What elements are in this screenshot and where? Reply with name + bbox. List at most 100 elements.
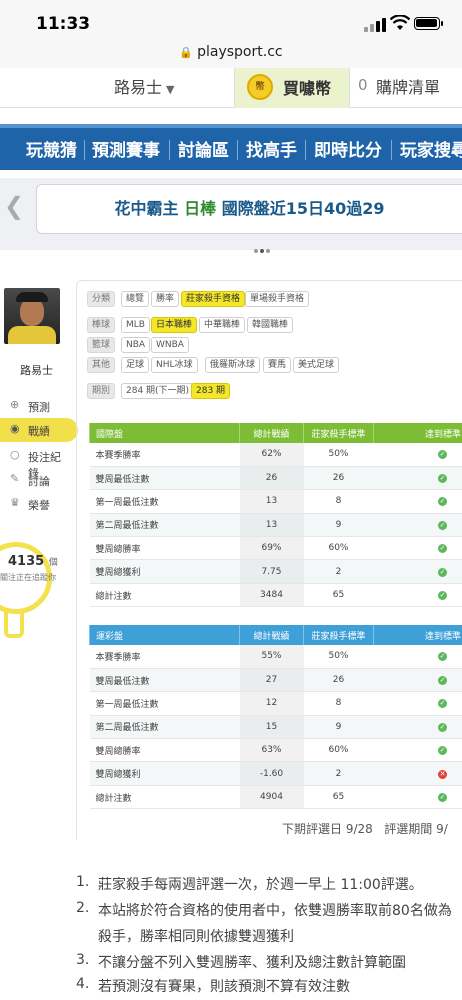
profile-panel: 路易士 ⊕ 預測 ◉ 戰績 ○ 投注紀錄 ✎ 討論 ♛ 榮譽 4135 個 關注正在追蹤你	[0, 280, 78, 640]
profile-menu-bet-history[interactable]: ○ 投注紀錄	[0, 444, 66, 480]
table-cell-value: -1.60	[239, 761, 304, 786]
filter-tag-selected[interactable]: 日本職棒	[151, 317, 198, 333]
filter-label: 期別	[87, 383, 116, 399]
address-bar[interactable]: 🔒 playsport.cc	[0, 38, 462, 68]
nav-item-live-score[interactable]: 即時比分	[314, 136, 382, 161]
check-icon: ✓	[438, 520, 447, 530]
period-tag-selected[interactable]: 283 期	[191, 383, 231, 399]
table-cell-value: 7.75	[239, 559, 304, 584]
table-row: 第一周最低注數 13 8 ✓	[89, 489, 462, 514]
announcement-text: 國際盤近15日40過29	[221, 199, 385, 218]
table-cell-value: 15	[239, 715, 304, 740]
table-cell-met: ✓	[373, 513, 462, 538]
filter-tag[interactable]: 總覽	[121, 291, 150, 307]
table-cell-value: 4904	[239, 785, 304, 810]
check-icon: ✓	[438, 474, 447, 484]
period-tag[interactable]: 284 期(下一期)	[121, 383, 195, 399]
table-cell-standard: 60%	[303, 738, 374, 763]
filter-tag-selected[interactable]: 莊家殺手資格	[181, 291, 246, 307]
table-cell-standard: 65	[303, 785, 374, 810]
nav-item-play[interactable]: 玩競猜	[26, 136, 77, 161]
table-cell-met: ✓	[373, 738, 462, 763]
filter-tag[interactable]: NHL冰球	[151, 357, 198, 373]
record-content: 分類 總覽 勝率 莊家殺手資格 單場殺手資格 棒球 MLB 日本職棒 中華職棒 …	[76, 280, 462, 840]
filter-tag[interactable]: 俄羅斯冰球	[205, 357, 261, 373]
table-cell-standard: 50%	[303, 443, 374, 467]
buy-coins-button[interactable]: 幣 買噱幣	[234, 68, 350, 108]
table-cell-value: 3484	[239, 583, 304, 608]
table-cell-value: 13	[239, 513, 304, 538]
circle-icon: ○	[10, 448, 20, 461]
avatar	[4, 288, 60, 344]
table-row: 雙周總獲利 -1.60 2 ✕	[89, 761, 462, 786]
lock-icon: 🔒	[179, 46, 194, 59]
table-cell-met: ✓	[373, 466, 462, 491]
table-row: 總計注數 4904 65 ✓	[89, 785, 462, 810]
filter-label: 其他	[87, 357, 116, 373]
table-cell-value: 27	[239, 668, 304, 693]
table-cell-label: 雙周最低注數	[89, 668, 240, 693]
filter-tag[interactable]: 勝率	[151, 291, 180, 307]
table-header: 達到標準	[373, 625, 462, 645]
table-header: 達到標準	[373, 423, 462, 443]
table-cell-label: 第一周最低注數	[89, 489, 240, 514]
announcement-card[interactable]: 花中霸主 日棒 國際盤近15日40過29	[36, 184, 462, 234]
profile-menu-record[interactable]: ◉ 戰績	[0, 418, 78, 442]
nav-item-forum[interactable]: 討論區	[178, 136, 229, 161]
table-header: 莊家殺手標準	[303, 625, 374, 645]
filter-tag[interactable]: 單場殺手資格	[245, 291, 310, 307]
table-cell-standard: 50%	[303, 645, 374, 669]
check-icon: ✓	[438, 793, 447, 803]
check-icon: ✓	[438, 652, 447, 662]
wifi-icon	[390, 15, 410, 30]
table-cell-value: 62%	[239, 443, 304, 467]
check-icon: ✓	[438, 591, 447, 601]
table-row: 雙周最低注數 26 26 ✓	[89, 466, 462, 491]
check-icon: ✓	[438, 699, 447, 709]
cart-link[interactable]: 購牌清單	[376, 74, 440, 98]
table-cell-label: 雙周總勝率	[89, 738, 240, 763]
table-cell-value: 69%	[239, 536, 304, 561]
filter-tag[interactable]: NBA	[121, 337, 151, 353]
nav-item-find-expert[interactable]: 找高手	[246, 136, 297, 161]
profile-menu-discuss[interactable]: ✎ 討論	[0, 468, 66, 492]
username: 路易士	[114, 78, 163, 97]
table-cell-standard: 2	[303, 761, 374, 786]
rule-item: 本站將於符合資格的使用者中，依雙週勝率取前80名做為	[98, 903, 452, 919]
followers-count: 4135 個	[8, 554, 58, 569]
check-icon: ✓	[438, 544, 447, 554]
edit-icon: ✎	[10, 472, 20, 485]
table-cell-value: 55%	[239, 645, 304, 669]
filter-tag[interactable]: 美式足球	[293, 357, 340, 373]
filter-tag[interactable]: 韓國職棒	[247, 317, 294, 333]
table-cell-met: ✓	[373, 668, 462, 693]
filter-tag[interactable]: WNBA	[151, 337, 189, 353]
filter-label: 分類	[87, 291, 116, 307]
rule-item: 若預測沒有賽果，則該預測不算有效注數	[98, 979, 350, 995]
nav-item-player-search[interactable]: 玩家搜尋	[400, 136, 462, 161]
filter-tag[interactable]: 賽馬	[263, 357, 292, 373]
chevron-left-icon[interactable]: ❮	[4, 192, 24, 220]
chat-icon: ◉	[10, 422, 20, 435]
table-cell-standard: 8	[303, 489, 374, 514]
user-menu[interactable]: 路易士 ▼	[114, 74, 174, 98]
table-row: 第二周最低注數 13 9 ✓	[89, 513, 462, 538]
cross-icon: ✕	[438, 769, 447, 779]
rule-item: 莊家殺手每兩週評選一次，於週一早上 11:00評選。	[98, 877, 423, 893]
table-row: 本賽季勝率 55% 50% ✓	[89, 645, 462, 669]
profile-menu-predict[interactable]: ⊕ 預測	[0, 394, 66, 418]
table-cell-standard: 60%	[303, 536, 374, 561]
url-text: playsport.cc	[197, 44, 283, 60]
check-icon: ✓	[438, 450, 447, 460]
check-icon: ✓	[438, 497, 447, 507]
table-cell-met: ✓	[373, 691, 462, 716]
filter-tag[interactable]: 中華職棒	[199, 317, 246, 333]
table-cell-label: 總計注數	[89, 583, 240, 608]
profile-menu-honor[interactable]: ♛ 榮譽	[0, 492, 66, 516]
table-row: 總計注數 3484 65 ✓	[89, 583, 462, 608]
filter-label: 棒球	[87, 317, 116, 333]
filter-tag[interactable]: MLB	[121, 317, 150, 333]
filter-tag[interactable]: 足球	[121, 357, 150, 373]
trophy-icon: ♛	[10, 496, 20, 509]
nav-item-predict[interactable]: 預測賽事	[92, 136, 160, 161]
